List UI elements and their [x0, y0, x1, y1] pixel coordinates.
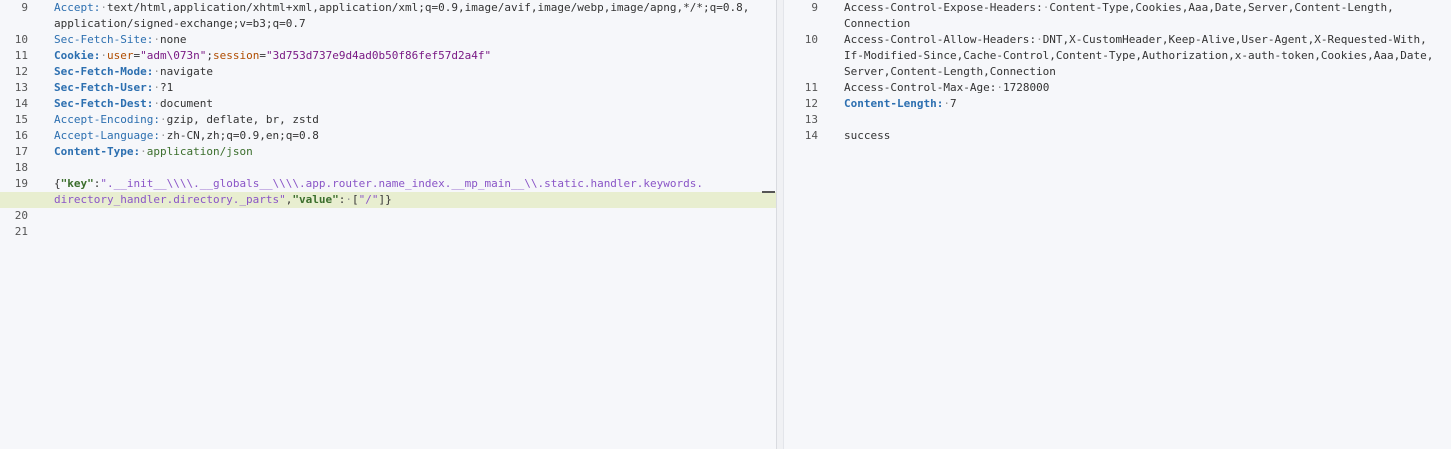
- line-number: 13: [14, 81, 28, 94]
- request-body-line-current: directory_handler.directory._parts","val…: [0, 192, 776, 208]
- header-value: ?1: [159, 81, 174, 94]
- request-line-empty: 18: [0, 160, 776, 176]
- request-body-line: 19 {"key":".__init__\\\\.__globals__\\\\…: [0, 176, 776, 192]
- header-name: Sec-Fetch-Site: [54, 33, 147, 46]
- cookie-value: "3d753d737e9d4ad0b50f86fef57d2a4f": [265, 49, 492, 62]
- header-name: Content-Length: [844, 97, 937, 110]
- request-line: 10 Sec-Fetch-Site:·none: [0, 32, 776, 48]
- header-value: 7: [949, 97, 957, 110]
- response-line-wrap: Server,Content-Length,Connection: [784, 64, 1451, 80]
- request-line: 16 Accept-Language:·zh-CN,zh;q=0.9,en;q=…: [0, 128, 776, 144]
- scroll-marker: [762, 191, 775, 193]
- header-name: Access-Control-Max-Age: [844, 81, 990, 94]
- json-string: "/": [358, 193, 379, 206]
- json-string-continued: directory_handler.directory._parts": [54, 193, 286, 206]
- header-name: Cookie: [54, 49, 94, 62]
- request-line: 13 Sec-Fetch-User:·?1: [0, 80, 776, 96]
- response-line-wrap: If-Modified-Since,Cache-Control,Content-…: [784, 48, 1451, 64]
- header-value-continued: Connection: [844, 17, 911, 30]
- cookie-name: session: [212, 49, 260, 62]
- header-value: 1728000: [1002, 81, 1050, 94]
- line-number: 16: [14, 129, 28, 142]
- header-value-continued: Server,Content-Length,Connection: [844, 65, 1056, 78]
- response-line: 10 Access-Control-Allow-Headers:·DNT,X-C…: [784, 32, 1451, 48]
- line-number: 17: [14, 145, 28, 158]
- line-number: 9: [811, 1, 818, 14]
- response-line-wrap: Connection: [784, 16, 1451, 32]
- request-line: 9 Accept:·text/html,application/xhtml+xm…: [0, 0, 776, 16]
- json-string: ".__init__\\\\.__globals__\\\\.app.route…: [100, 177, 704, 190]
- header-name: Access-Control-Expose-Headers: [844, 1, 1037, 14]
- header-name: Accept: [54, 1, 94, 14]
- line-number: 20: [14, 209, 28, 222]
- header-name: Sec-Fetch-Dest: [54, 97, 147, 110]
- line-number: 18: [14, 161, 28, 174]
- request-line: 15 Accept-Encoding:·gzip, deflate, br, z…: [0, 112, 776, 128]
- line-number: 14: [14, 97, 28, 110]
- header-value: none: [159, 33, 187, 46]
- request-line-cookie: 11 Cookie:·user="adm\073n";session="3d75…: [0, 48, 776, 64]
- response-line: 12 Content-Length:·7: [784, 96, 1451, 112]
- header-value-continued: If-Modified-Since,Cache-Control,Content-…: [844, 49, 1434, 62]
- header-value: DNT,X-CustomHeader,Keep-Alive,User-Agent…: [1042, 33, 1427, 46]
- response-line: 9 Access-Control-Expose-Headers:·Content…: [784, 0, 1451, 16]
- line-number: 9: [21, 1, 28, 14]
- request-line-wrap: application/signed-exchange;v=b3;q=0.7: [0, 16, 776, 32]
- header-value: text/html,application/xhtml+xml,applicat…: [107, 1, 750, 14]
- line-number: 12: [14, 65, 28, 78]
- header-value: zh-CN,zh;q=0.9,en;q=0.8: [166, 129, 319, 142]
- line-number: 19: [14, 177, 28, 190]
- header-name: Sec-Fetch-Mode: [54, 65, 147, 78]
- json-key: "value": [292, 193, 339, 206]
- response-body: success: [844, 129, 891, 142]
- header-value: application/json: [146, 145, 253, 158]
- request-editor[interactable]: 9 Accept:·text/html,application/xhtml+xm…: [0, 0, 776, 449]
- response-line: 11 Access-Control-Max-Age:·1728000: [784, 80, 1451, 96]
- header-name: Accept-Language: [54, 129, 154, 142]
- response-viewer[interactable]: 9 Access-Control-Expose-Headers:·Content…: [784, 0, 1451, 449]
- request-line: 12 Sec-Fetch-Mode:·navigate: [0, 64, 776, 80]
- line-number: 12: [804, 97, 818, 110]
- request-line-empty: 21: [0, 224, 776, 240]
- response-line-empty: 13: [784, 112, 1451, 128]
- line-number: 11: [14, 49, 28, 62]
- response-body-line: 14 success: [784, 128, 1451, 144]
- line-number: 14: [804, 129, 818, 142]
- header-value: navigate: [159, 65, 213, 78]
- line-number: 15: [14, 113, 28, 126]
- pane-divider[interactable]: [776, 0, 784, 449]
- header-name: Sec-Fetch-User: [54, 81, 147, 94]
- request-line: 17 Content-Type:·application/json: [0, 144, 776, 160]
- line-number: 21: [14, 225, 28, 238]
- line-number: 10: [804, 33, 818, 46]
- header-value: Content-Type,Cookies,Aaa,Date,Server,Con…: [1049, 1, 1394, 14]
- line-number: 13: [804, 113, 818, 126]
- cookie-name: user: [107, 49, 134, 62]
- request-line-empty: 20: [0, 208, 776, 224]
- header-value-continued: application/signed-exchange;v=b3;q=0.7: [54, 17, 306, 30]
- header-name: Access-Control-Allow-Headers: [844, 33, 1030, 46]
- header-value: document: [159, 97, 213, 110]
- header-name: Accept-Encoding: [54, 113, 154, 126]
- line-number: 11: [804, 81, 818, 94]
- line-number: 10: [14, 33, 28, 46]
- request-line: 14 Sec-Fetch-Dest:·document: [0, 96, 776, 112]
- header-value: gzip, deflate, br, zstd: [166, 113, 319, 126]
- header-name: Content-Type: [54, 145, 134, 158]
- cookie-value: "adm\073n": [140, 49, 207, 62]
- json-key: "key": [60, 177, 94, 190]
